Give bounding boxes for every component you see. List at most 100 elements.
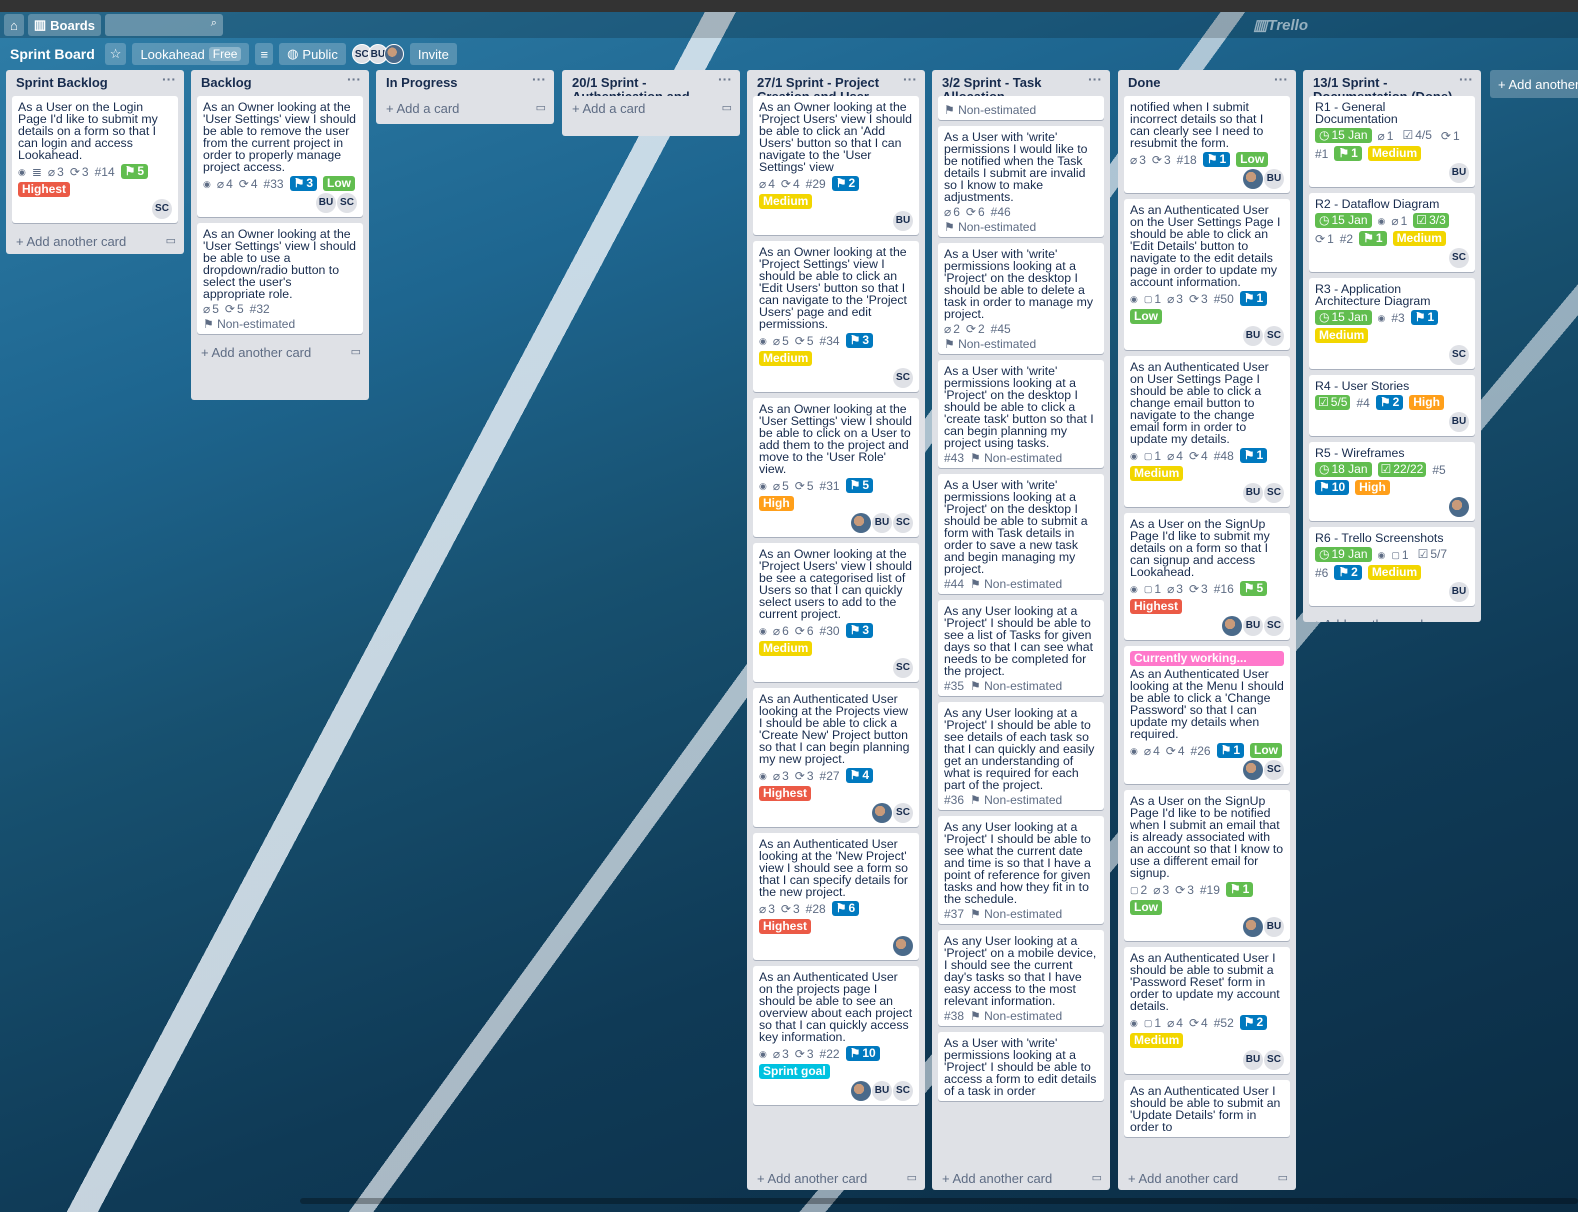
list-header[interactable]: 27/1 Sprint - Project Creation and User … [747,70,925,96]
card[interactable]: As an Authenticated User on the projects… [753,966,919,1105]
card[interactable]: As a User on the SignUp Page I'd like to… [1124,513,1290,640]
add-card-button[interactable]: + Add another card▭ [191,340,369,364]
star-button[interactable]: ☆ [104,43,127,65]
due-date-badge[interactable]: ◷ 15 Jan [1315,310,1372,325]
card[interactable]: As an Authenticated User I should be abl… [1124,1080,1290,1137]
list-menu-icon[interactable]: ··· [903,72,917,86]
list-menu-icon[interactable]: ··· [1274,72,1288,86]
card[interactable]: As a User with 'write' permissions looki… [938,1032,1104,1101]
avatar[interactable]: SC [893,658,913,678]
card[interactable]: As an Authenticated User on the User Set… [1124,199,1290,350]
card[interactable]: As any User looking at a 'Project' I sho… [938,600,1104,696]
card-template-icon[interactable]: ▭ [166,234,176,247]
avatar[interactable]: BU [1449,412,1469,432]
boards-button[interactable]: ▥ Boards [27,14,101,36]
avatar[interactable] [851,1081,871,1101]
board-menu-button[interactable]: ≡ [255,43,274,65]
card[interactable]: R1 - General Documentation ◷ 15 Jan ⌀ 1 ☑ 4/5 ⟳… [1309,96,1475,187]
avatar[interactable]: SC [893,368,913,388]
card-template-icon[interactable]: ▭ [1463,617,1473,622]
add-card-button[interactable]: + Add a card ▭ [562,96,740,120]
card[interactable]: As an Authenticated User looking at the … [753,688,919,827]
avatar[interactable] [1449,497,1469,517]
card-template-icon[interactable]: ▭ [536,101,546,114]
card[interactable]: R4 - User Stories ☑ 5/5 #4 ⚑ 2 High BU [1309,375,1475,436]
team-button[interactable]: Lookahead Free [132,43,250,65]
avatar[interactable]: SC [1264,326,1284,346]
list-title[interactable]: Backlog [201,75,252,90]
card-template-icon[interactable]: ▭ [351,345,361,358]
add-card-button[interactable]: + Add another card▭ [747,1166,925,1190]
card[interactable]: As a User with 'write' permissions looki… [938,474,1104,594]
card[interactable]: ⚑ Non-estimated [938,96,1104,120]
avatar[interactable]: BU [1243,616,1263,636]
card[interactable]: As an Owner looking at the 'User Setting… [197,223,363,334]
list-title[interactable]: Done [1128,75,1161,90]
avatar[interactable]: BU [1243,1050,1263,1070]
due-date-badge[interactable]: ◷ 15 Jan [1315,213,1372,228]
list-title[interactable]: In Progress [386,75,458,90]
avatar[interactable] [851,513,871,533]
card[interactable]: Currently working... As an Authenticated … [1124,646,1290,784]
avatar[interactable] [872,803,892,823]
avatar[interactable] [1222,616,1242,636]
list-title[interactable]: 20/1 Sprint - Authentication and Interfa… [572,75,690,97]
list-menu-icon[interactable]: ··· [718,72,732,86]
list-menu-icon[interactable]: ··· [347,72,361,86]
due-date-badge[interactable]: ◷ 19 Jan [1315,547,1372,562]
avatar[interactable]: BU [1264,169,1284,189]
list-header[interactable]: 3/2 Sprint - Task Allocation ··· [932,70,1110,96]
list-header[interactable]: In Progress ··· [376,70,554,96]
avatar[interactable] [383,44,404,64]
home-button[interactable]: ⌂ [4,14,24,36]
due-date-badge[interactable]: ◷ 15 Jan [1315,128,1372,143]
card[interactable]: As a User on the Login Page I'd like to … [12,96,178,223]
visibility-button[interactable]: ◍ Public [279,43,346,65]
avatar[interactable]: SC [152,199,172,219]
add-card-button[interactable]: + Add another card▭ [6,229,184,253]
card[interactable]: As a User on the SignUp Page I'd like to… [1124,790,1290,941]
card[interactable]: As an Owner looking at the 'Project User… [753,543,919,682]
card[interactable]: R2 - Dataflow Diagram ◷ 15 Jan ◉ ⌀ 1 ☑ 3/3 ⟳ 1 #2 ⚑… [1309,193,1475,272]
card[interactable]: R3 - Application Architecture Diagram ◷ 15… [1309,278,1475,369]
list-title[interactable]: Sprint Backlog [16,75,108,90]
list-header[interactable]: 13/1 Sprint - Documentation (Done) ··· [1303,70,1481,96]
avatar[interactable]: SC [1264,1050,1284,1070]
card[interactable]: As an Authenticated User on User Setting… [1124,356,1290,507]
avatar[interactable]: BU [1243,483,1263,503]
card[interactable]: R5 - Wireframes ◷ 18 Jan ☑ 22/22 #5 ⚑ 10 High [1309,442,1475,521]
avatar[interactable]: BU [1449,163,1469,183]
list-header[interactable]: Done ··· [1118,70,1296,96]
card[interactable]: As an Owner looking at the 'Project Sett… [753,241,919,392]
list-menu-icon[interactable]: ··· [532,72,546,86]
list-header[interactable]: Sprint Backlog ··· [6,70,184,96]
avatar[interactable]: BU [1264,917,1284,937]
avatar[interactable]: SC [1264,616,1284,636]
add-card-button[interactable]: + Add another card▭ [1118,1166,1296,1190]
avatar[interactable] [1243,917,1263,937]
card[interactable]: As any User looking at a 'Project' on a … [938,930,1104,1026]
card[interactable]: notified when I submit incorrect details… [1124,96,1290,193]
card[interactable]: As an Owner looking at the 'User Setting… [197,96,363,217]
card[interactable]: As an Owner looking at the 'User Setting… [753,398,919,537]
avatar[interactable] [893,936,913,956]
avatar[interactable]: SC [337,193,357,213]
add-card-button[interactable]: + Add another card▭ [932,1166,1110,1190]
avatar[interactable] [1243,760,1263,780]
list-menu-icon[interactable]: ··· [1088,72,1102,86]
card[interactable]: As an Owner looking at the 'Project User… [753,96,919,235]
invite-button[interactable]: Invite [409,43,457,65]
list-title[interactable]: 3/2 Sprint - Task Allocation [942,75,1041,97]
card[interactable]: As a User with 'write' permissions looki… [938,360,1104,468]
board-title[interactable]: Sprint Board [6,46,99,62]
avatar[interactable]: BU [316,193,336,213]
card[interactable]: As any User looking at a 'Project' I sho… [938,702,1104,810]
due-date-badge[interactable]: ◷ 18 Jan [1315,462,1372,477]
avatar[interactable]: BU [872,513,892,533]
list-menu-icon[interactable]: ··· [1459,72,1473,86]
card[interactable]: As an Authenticated User looking at the … [753,833,919,960]
card[interactable]: As a User with 'write' permissions looki… [938,243,1104,354]
card[interactable]: As any User looking at a 'Project' I sho… [938,816,1104,924]
avatar[interactable]: SC [1449,345,1469,365]
avatar[interactable]: SC [893,803,913,823]
